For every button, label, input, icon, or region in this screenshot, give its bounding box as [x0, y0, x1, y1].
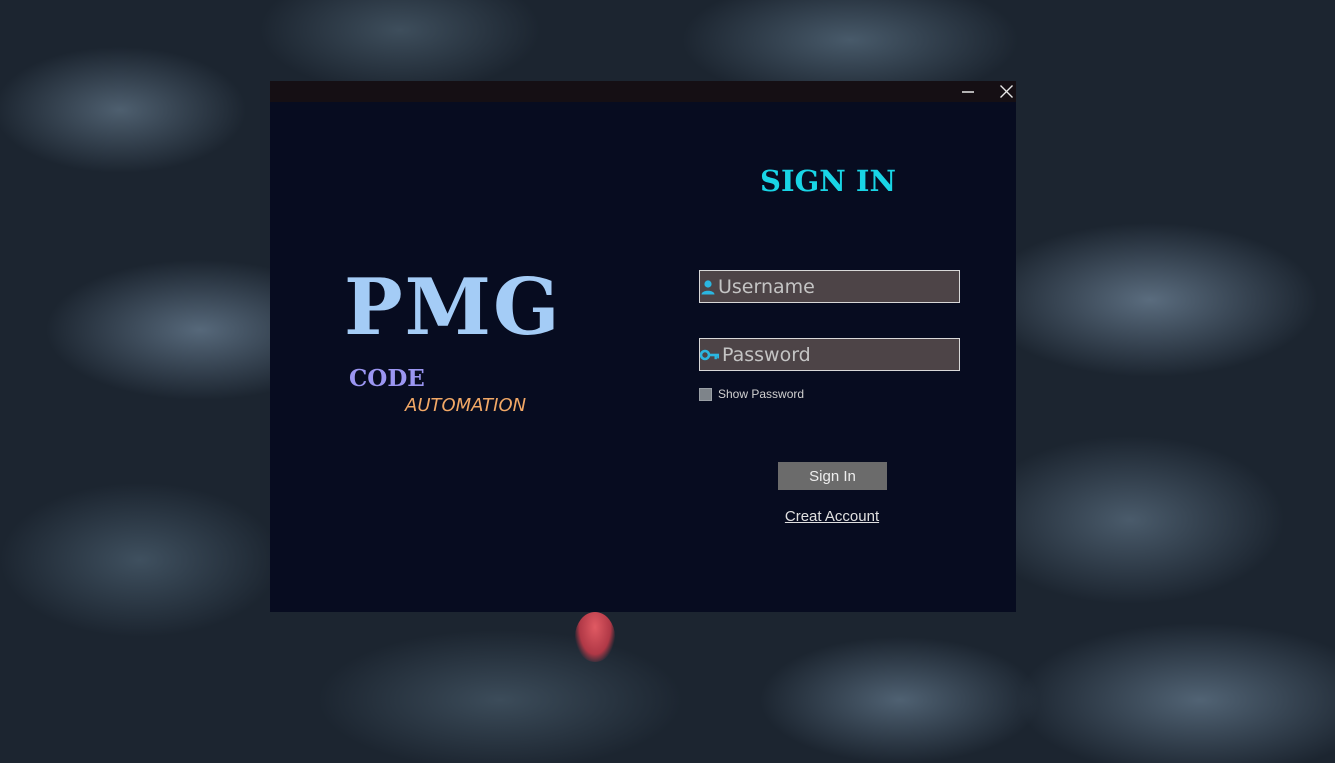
minimize-icon	[962, 90, 974, 93]
show-password-toggle[interactable]: Show Password	[699, 387, 804, 401]
create-account-link[interactable]: Creat Account	[750, 508, 914, 525]
background-flower	[575, 612, 615, 662]
login-window: PMG CODE AUTOMATION SIGN IN Show Passwor…	[270, 81, 1016, 612]
sign-in-button[interactable]: Sign In	[778, 462, 887, 490]
password-field[interactable]	[699, 338, 965, 371]
user-icon	[700, 271, 716, 302]
username-field[interactable]	[699, 270, 961, 303]
password-input[interactable]	[720, 339, 965, 370]
close-icon	[999, 85, 1013, 98]
username-input[interactable]	[716, 271, 961, 302]
logo-pmg: PMG	[344, 262, 562, 353]
key-icon	[700, 339, 720, 370]
show-password-label: Show Password	[718, 387, 805, 401]
show-password-checkbox[interactable]	[699, 387, 712, 401]
logo-code: CODE	[349, 365, 425, 392]
title-bar[interactable]	[270, 81, 1016, 102]
logo-automation: AUTOMATION	[405, 395, 527, 416]
close-button[interactable]	[989, 81, 1023, 102]
minimize-button[interactable]	[951, 81, 985, 102]
sign-in-title: SIGN IN	[760, 164, 896, 198]
